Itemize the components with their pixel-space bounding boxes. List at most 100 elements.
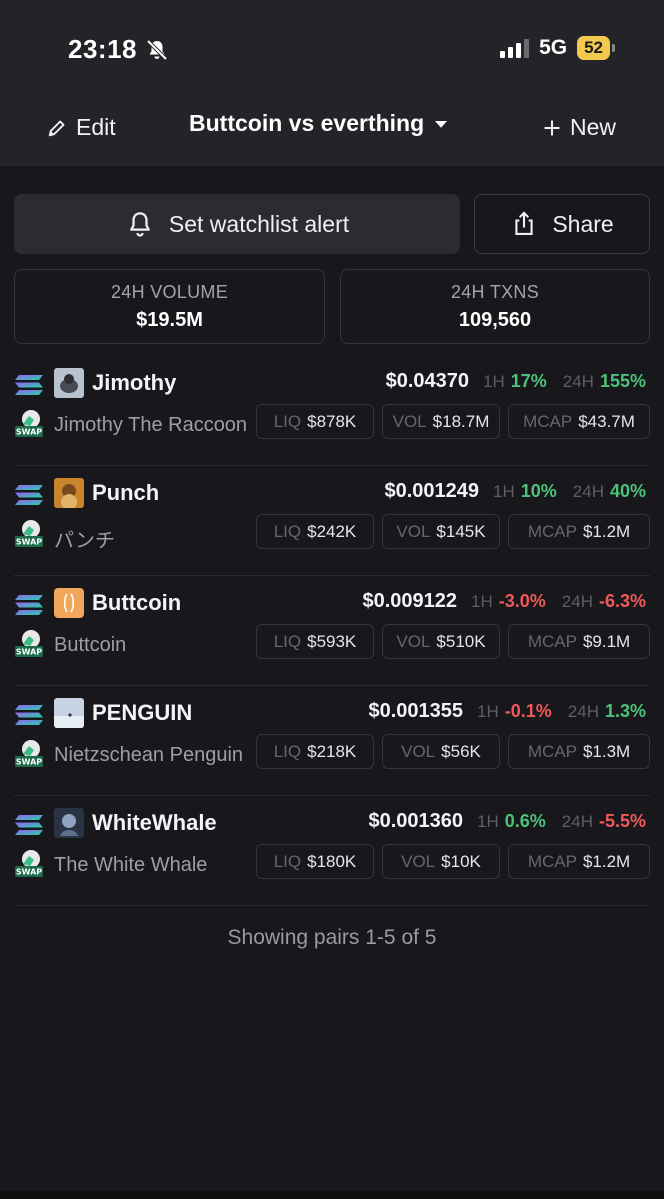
solana-icon	[15, 595, 43, 615]
pair-row[interactable]: Punch SWAP パンチ $0.001249 1H 10% 24H 40% …	[14, 466, 650, 576]
price-line: $0.04370 1H 17% 24H 155%	[386, 370, 646, 393]
stat-24h-txns: 24H TXNS 109,560	[340, 269, 650, 344]
change-1h: 17%	[510, 371, 547, 391]
price-line: $0.001360 1H 0.6% 24H -5.5%	[368, 810, 646, 833]
timeframe-24h: 24H	[572, 482, 604, 501]
token-price: $0.009122	[362, 590, 458, 612]
swap-icon: SWAP	[15, 630, 43, 657]
volume-pill: VOL $18.7M	[382, 404, 500, 439]
change-1h: -3.0%	[498, 591, 546, 611]
swap-icon: SWAP	[15, 740, 43, 767]
solana-icon	[15, 485, 43, 505]
token-avatar	[54, 368, 84, 398]
pagination-info: Showing pairs 1-5 of 5	[227, 926, 437, 949]
change-24h: 155%	[599, 371, 646, 391]
timeframe-24h: 24H	[561, 812, 593, 831]
new-label: New	[569, 114, 616, 140]
token-price: $0.001355	[368, 700, 464, 722]
change-1h: 10%	[520, 481, 557, 501]
timeframe-1h: 1H	[471, 592, 493, 611]
volume-pill: VOL $56K	[382, 734, 500, 769]
token-symbol: WhiteWhale	[92, 810, 217, 835]
bell-slash-icon	[146, 39, 168, 60]
stat-value: $19.5M	[136, 308, 203, 331]
stat-24h-volume: 24H VOLUME $19.5M	[14, 269, 325, 344]
metric-pills: LIQ $180K VOL $10K MCAP $1.2M	[256, 844, 650, 879]
price-line: $0.009122 1H -3.0% 24H -6.3%	[362, 590, 646, 613]
pair-row[interactable]: WhiteWhale SWAP The White Whale $0.00136…	[14, 796, 650, 906]
stat-label: 24H VOLUME	[110, 281, 229, 302]
pair-row[interactable]: Buttcoin SWAP Buttcoin $0.009122 1H -3.0…	[14, 576, 650, 686]
clock: 23:18	[68, 34, 137, 64]
edit-button[interactable]: Edit	[46, 114, 116, 141]
alert-label: Set watchlist alert	[168, 210, 350, 237]
pair-row[interactable]: PENGUIN SWAP Nietzschean Penguin $0.0013…	[14, 686, 650, 796]
timeframe-1h: 1H	[477, 702, 499, 721]
caret-down-icon	[435, 120, 448, 128]
liquidity-pill: LIQ $242K	[256, 514, 374, 549]
swap-icon: SWAP	[15, 520, 43, 547]
solana-icon	[15, 815, 43, 835]
pair-row[interactable]: Jimothy SWAP Jimothy The Raccoon $0.0437…	[14, 356, 650, 466]
set-watchlist-alert-button[interactable]: Set watchlist alert	[14, 194, 460, 254]
liquidity-pill: LIQ $218K	[256, 734, 374, 769]
token-price: $0.001249	[384, 480, 480, 502]
change-24h: 40%	[609, 481, 646, 501]
solana-icon	[15, 705, 43, 725]
change-24h: -5.5%	[598, 811, 646, 831]
metric-pills: LIQ $218K VOL $56K MCAP $1.3M	[256, 734, 650, 769]
liquidity-pill: LIQ $593K	[256, 624, 374, 659]
token-symbol: Punch	[92, 480, 160, 505]
change-1h: 0.6%	[504, 811, 546, 831]
metric-pills: LIQ $593K VOL $510K MCAP $9.1M	[256, 624, 650, 659]
change-24h: 1.3%	[604, 701, 646, 721]
share-button[interactable]: Share	[474, 194, 650, 254]
change-24h: -6.3%	[598, 591, 646, 611]
price-line: $0.001355 1H -0.1% 24H 1.3%	[368, 700, 646, 723]
svg-text:SWAP: SWAP	[16, 538, 42, 547]
token-name: Buttcoin	[54, 634, 127, 656]
battery-icon: 52	[577, 36, 615, 60]
token-name: The White Whale	[54, 854, 208, 876]
token-avatar	[54, 698, 84, 728]
token-price: $0.001360	[368, 810, 464, 832]
token-price: $0.04370	[385, 370, 469, 392]
token-avatar	[54, 478, 84, 508]
liquidity-pill: LIQ $878K	[256, 404, 374, 439]
swap-icon: SWAP	[15, 410, 43, 437]
solana-icon	[15, 375, 43, 395]
token-symbol: PENGUIN	[92, 700, 193, 725]
token-avatar	[54, 808, 84, 838]
token-avatar	[54, 588, 84, 618]
nav-bar: Edit Buttcoin vs everthing New	[0, 104, 664, 154]
pair-list: Jimothy SWAP Jimothy The Raccoon $0.0437…	[0, 356, 664, 906]
token-name: Jimothy The Raccoon	[54, 414, 248, 436]
watchlist-title: Buttcoin vs everthing	[189, 110, 425, 136]
change-1h: -0.1%	[504, 701, 552, 721]
token-symbol: Buttcoin	[92, 590, 182, 615]
share-icon	[515, 211, 533, 235]
edit-label: Edit	[76, 114, 116, 140]
watchlist-selector[interactable]: Buttcoin vs everthing	[189, 110, 450, 137]
market-cap-pill: MCAP $1.3M	[508, 734, 650, 769]
market-cap-pill: MCAP $1.2M	[508, 844, 650, 879]
metric-pills: LIQ $878K VOL $18.7M MCAP $43.7M	[256, 404, 650, 439]
status-indicators: 5G 52	[500, 36, 615, 60]
token-symbol: Jimothy	[92, 370, 177, 395]
bell-icon	[130, 212, 150, 237]
svg-text:SWAP: SWAP	[16, 428, 42, 437]
swap-icon: SWAP	[15, 850, 43, 877]
price-line: $0.001249 1H 10% 24H 40%	[384, 480, 646, 503]
timeframe-24h: 24H	[562, 372, 594, 391]
pencil-icon	[48, 120, 65, 136]
timeframe-1h: 1H	[477, 812, 499, 831]
liquidity-pill: LIQ $180K	[256, 844, 374, 879]
bottom-edge	[0, 1191, 664, 1199]
new-watchlist-button[interactable]: New	[542, 114, 616, 141]
timeframe-1h: 1H	[483, 372, 505, 391]
network-type: 5G	[539, 36, 568, 59]
timeframe-24h: 24H	[561, 592, 593, 611]
svg-text:SWAP: SWAP	[16, 648, 42, 657]
token-name: パンチ	[54, 530, 115, 552]
token-name: Nietzschean Penguin	[54, 744, 244, 766]
